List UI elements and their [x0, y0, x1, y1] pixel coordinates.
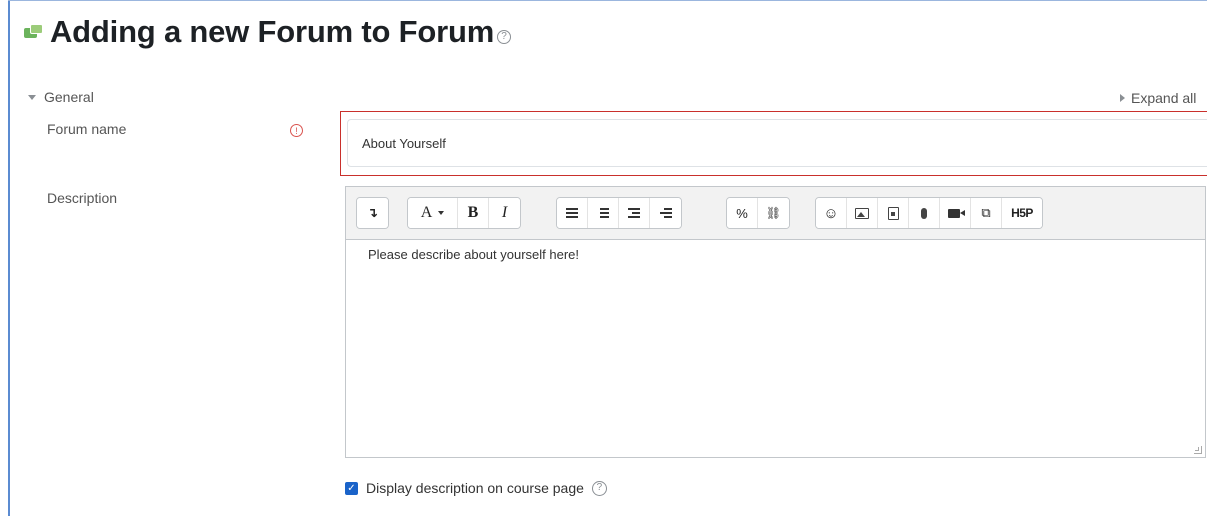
toolbar-group-links: % ⛓ [726, 197, 790, 229]
manage-files-button[interactable]: ⧉ [971, 198, 1002, 228]
toolbar-group-lists [556, 197, 682, 229]
forum-name-input[interactable] [347, 119, 1207, 167]
italic-button[interactable]: I [489, 198, 520, 228]
microphone-icon [921, 207, 927, 219]
image-icon [855, 207, 869, 219]
image-button[interactable] [847, 198, 878, 228]
media-button[interactable] [878, 198, 909, 228]
required-icon: ! [290, 124, 303, 137]
forum-icon [24, 23, 44, 41]
page-header: Adding a new Forum to Forum ? [24, 12, 512, 52]
toolbar-group-collapse: ↴ [356, 197, 389, 229]
display-description-checkbox[interactable]: ✓ [345, 481, 358, 495]
expand-all-label: Expand all [1131, 90, 1197, 106]
description-editor-content[interactable]: Please describe about yourself here! [346, 241, 1205, 457]
forum-name-label: Forum name [47, 121, 127, 137]
display-description-row: ✓ Display description on course page ? [345, 480, 607, 496]
help-icon[interactable]: ? [591, 480, 607, 496]
help-icon[interactable]: ? [497, 30, 512, 44]
forum-name-error-outline [340, 111, 1207, 176]
outdent-button[interactable] [619, 198, 650, 228]
description-label: Description [47, 190, 118, 206]
record-video-button[interactable] [940, 198, 971, 228]
description-text: Please describe about yourself here! [368, 247, 580, 262]
unordered-list-button[interactable] [557, 198, 588, 228]
ordered-list-button[interactable] [588, 198, 619, 228]
link-icon: % [736, 205, 748, 221]
caret-down-icon [28, 94, 36, 100]
h5p-icon: H5P [1011, 206, 1033, 220]
indent-button[interactable] [650, 198, 681, 228]
record-audio-button[interactable] [909, 198, 940, 228]
chevron-down-icon [438, 211, 445, 215]
outdent-icon [628, 208, 640, 218]
unordered-list-icon [566, 208, 578, 218]
unlink-button[interactable]: ⛓ [758, 198, 789, 228]
bold-button[interactable]: B [458, 198, 489, 228]
section-general-label: General [44, 89, 94, 105]
content-frame-border [8, 0, 10, 516]
unlink-icon: ⛓ [765, 206, 782, 220]
toolbar-group-style: A B I [407, 197, 521, 229]
editor-toolbar: ↴ A B I % ⛓ ☺ ⧉ H5P [346, 187, 1205, 240]
toolbar-group-insert: ☺ ⧉ H5P [815, 197, 1043, 229]
caret-right-icon [1120, 94, 1125, 102]
collapse-icon: ↴ [367, 205, 378, 220]
resize-handle[interactable] [1194, 446, 1202, 454]
section-general-toggle[interactable]: General [28, 89, 94, 105]
collapse-toolbar-button[interactable]: ↴ [357, 198, 388, 228]
font-style-label: A [420, 204, 433, 221]
description-editor: ↴ A B I % ⛓ ☺ ⧉ H5P Please describe abou… [345, 186, 1206, 458]
emoticon-icon: ☺ [823, 204, 839, 222]
display-description-label: Display description on course page [366, 480, 584, 496]
h5p-button[interactable]: H5P [1002, 198, 1042, 228]
link-button[interactable]: % [727, 198, 758, 228]
emoticon-button[interactable]: ☺ [816, 198, 847, 228]
italic-icon: I [501, 204, 508, 221]
page-title: Adding a new Forum to Forum [50, 14, 495, 49]
video-camera-icon [947, 208, 965, 218]
content-frame-top-border [8, 0, 1207, 1]
font-style-dropdown[interactable]: A [408, 198, 458, 228]
indent-icon [659, 208, 672, 218]
expand-all-link[interactable]: Expand all [1120, 90, 1196, 106]
media-icon [887, 206, 899, 220]
ordered-list-icon [597, 208, 609, 218]
bold-icon: B [467, 204, 479, 221]
files-icon: ⧉ [981, 205, 991, 220]
